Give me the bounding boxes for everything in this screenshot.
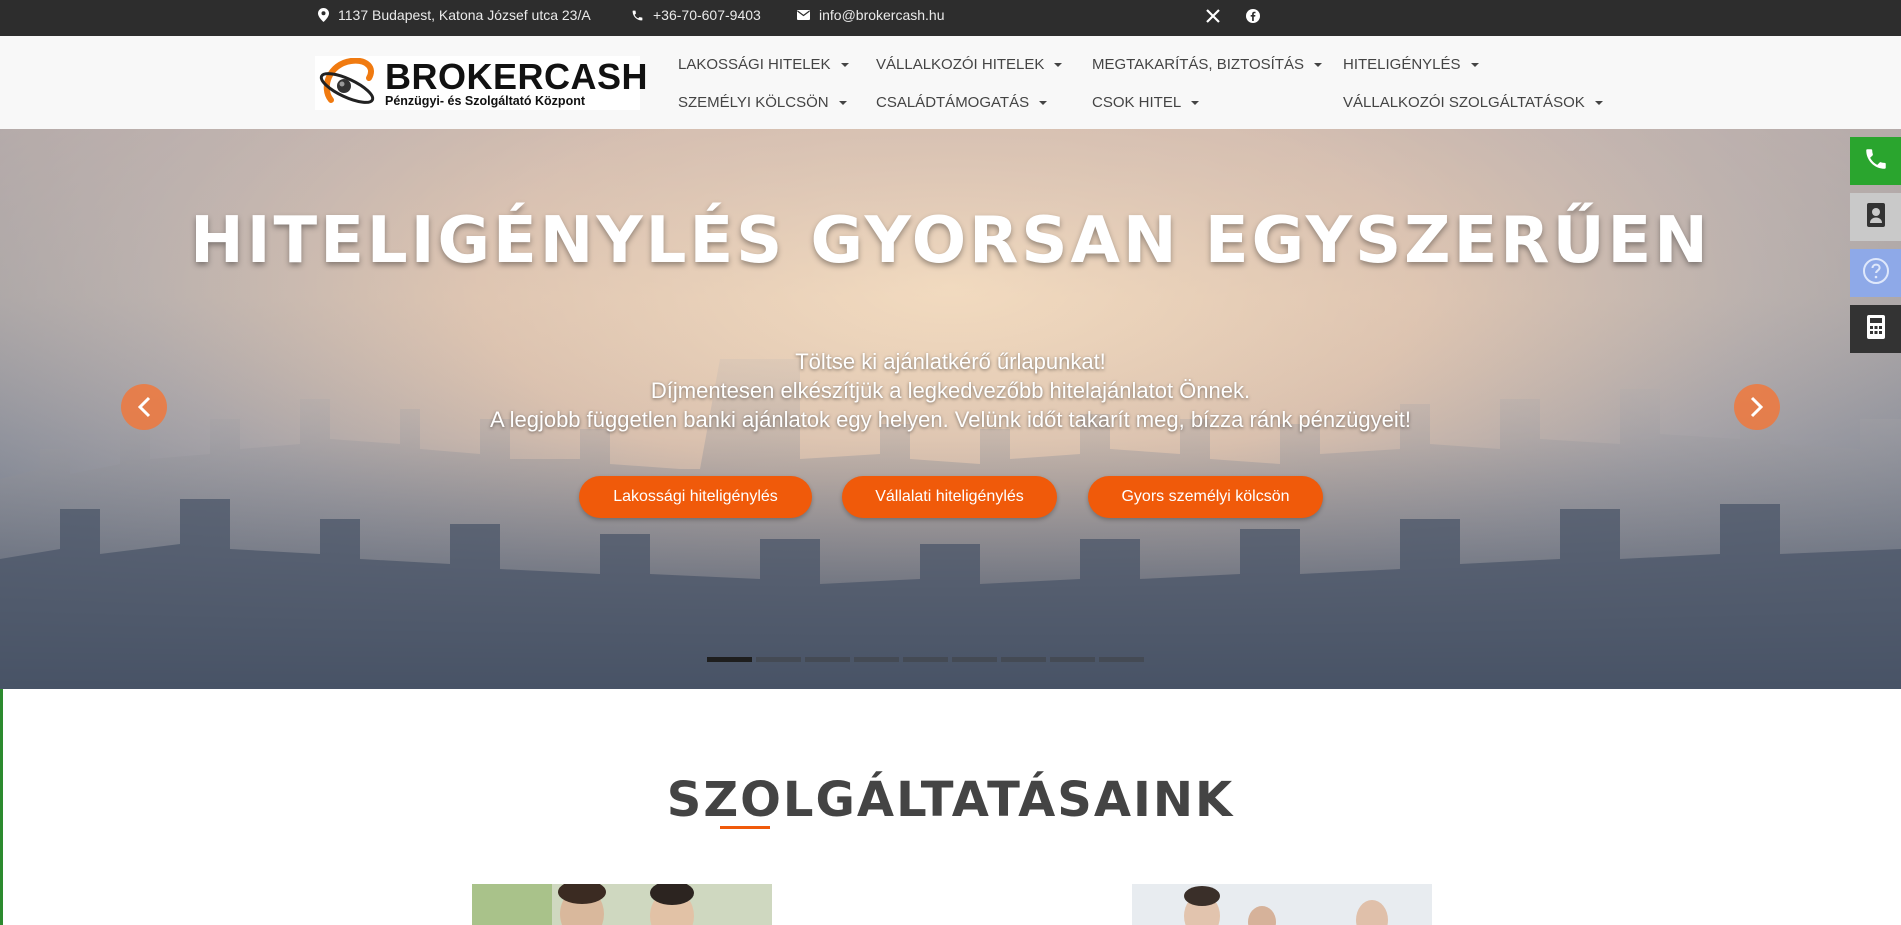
slider-indicator-6[interactable] (952, 657, 997, 662)
nav-vallalkozoi-hitelek[interactable]: VÁLLALKOZÓI HITELEK (876, 56, 1063, 73)
nav-szemelyi-kolcson[interactable]: SZEMÉLYI KÖLCSÖN (678, 94, 847, 111)
gyors-szemelyi-kolcson-button[interactable]: Gyors személyi kölcsön (1088, 476, 1323, 518)
nav-megtakaritas-biztositas[interactable]: MEGTAKARÍTÁS, BIZTOSÍTÁS (1092, 56, 1322, 73)
nav-label: VÁLLALKOZÓI HITELEK (876, 56, 1045, 73)
slider-indicator-4[interactable] (854, 657, 899, 662)
caret-down-icon (1054, 62, 1063, 67)
side-contact-button[interactable] (1850, 193, 1901, 241)
slider-indicator-5[interactable] (903, 657, 948, 662)
nav-label: HITELIGÉNYLÉS (1343, 56, 1461, 73)
slider-indicator-8[interactable] (1050, 657, 1095, 662)
nav-lakossagi-hitelek[interactable]: LAKOSSÁGI HITELEK (678, 56, 849, 73)
nav-csaladtamogatas[interactable]: CSALÁDTÁMOGATÁS (876, 94, 1048, 111)
caret-down-icon (1470, 62, 1479, 67)
phone-icon (631, 9, 644, 22)
address-item: 1137 Budapest, Katona József utca 23/A (318, 0, 591, 30)
calculator-icon (1866, 314, 1886, 345)
nav-label: LAKOSSÁGI HITELEK (678, 56, 831, 73)
main-header: BROKERCASH Pénzügyi- és Szolgáltató Közp… (0, 36, 1901, 129)
slider-indicator-1[interactable] (707, 657, 752, 662)
side-help-button[interactable] (1850, 249, 1901, 297)
hero-title: HITELIGÉNYLÉS GYORSAN EGYSZERŰEN (190, 204, 1711, 278)
logo-orbit-icon (319, 58, 375, 104)
nav-label: VÁLLALKOZÓI SZOLGÁLTATÁSOK (1343, 94, 1585, 111)
slider-prev-arrow-icon[interactable] (121, 384, 167, 430)
hero-slider: HITELIGÉNYLÉS GYORSAN EGYSZERŰEN Töltse … (0, 129, 1901, 689)
email-item[interactable]: info@brokercash.hu (797, 0, 945, 30)
nav-label: SZEMÉLYI KÖLCSÖN (678, 94, 829, 111)
slider-next-arrow-icon[interactable] (1734, 384, 1780, 430)
service-card-image-2[interactable] (1132, 884, 1432, 925)
slider-indicators (707, 657, 1144, 662)
caret-down-icon (840, 62, 849, 67)
logo-brand-text: BROKERCASH (385, 56, 649, 97)
phone-icon (1863, 146, 1889, 177)
nav-vallalkozoi-szolgaltatasok[interactable]: VÁLLALKOZÓI SZOLGÁLTATÁSOK (1343, 94, 1603, 111)
nav-csok-hitel[interactable]: CSOK HITEL (1092, 94, 1200, 111)
nav-label: CSALÁDTÁMOGATÁS (876, 94, 1030, 111)
hero-text-line-1: Töltse ki ajánlatkérő űrlapunkat! (795, 349, 1106, 374)
slider-indicator-9[interactable] (1099, 657, 1144, 662)
slider-indicator-3[interactable] (805, 657, 850, 662)
nav-label: MEGTAKARÍTÁS, BIZTOSÍTÁS (1092, 56, 1304, 73)
services-title: SZOLGÁLTATÁSAINK (666, 772, 1235, 828)
facebook-icon[interactable] (1245, 8, 1261, 24)
brokercash-logo[interactable]: BROKERCASH Pénzügyi- és Szolgáltató Közp… (315, 56, 648, 110)
service-card-image-1[interactable] (472, 884, 772, 925)
side-calculator-button[interactable] (1850, 305, 1901, 353)
caret-down-icon (1039, 100, 1048, 105)
caret-down-icon (1594, 100, 1603, 105)
map-pin-icon (318, 8, 329, 22)
contact-card-icon (1865, 202, 1887, 233)
envelope-icon (797, 10, 810, 20)
slider-indicator-7[interactable] (1001, 657, 1046, 662)
x-twitter-icon[interactable] (1205, 8, 1221, 24)
hero-text-line-2: Díjmentesen elkészítjük a legkedvezőbb h… (650, 378, 1251, 403)
caret-down-icon (1313, 62, 1322, 67)
side-phone-button[interactable] (1850, 137, 1901, 185)
address-text: 1137 Budapest, Katona József utca 23/A (338, 7, 591, 23)
lakossagi-hiteligenyles-button[interactable]: Lakossági hiteligénylés (579, 476, 812, 518)
caret-down-icon (1191, 100, 1200, 105)
logo-tagline: Pénzügyi- és Szolgáltató Központ (385, 94, 586, 108)
caret-down-icon (838, 100, 847, 105)
phone-text[interactable]: +36-70-607-9403 (653, 7, 761, 23)
title-underline (720, 826, 770, 829)
nav-label: CSOK HITEL (1092, 94, 1182, 111)
phone-item[interactable]: +36-70-607-9403 (631, 0, 761, 30)
vallalati-hiteligenyles-button[interactable]: Vállalati hiteligénylés (842, 476, 1057, 518)
hero-text-line-3: A legjobb független banki ajánlatok egy … (490, 407, 1411, 432)
question-icon (1862, 257, 1890, 290)
nav-hiteligenyles[interactable]: HITELIGÉNYLÉS (1343, 56, 1479, 73)
email-text[interactable]: info@brokercash.hu (819, 7, 945, 23)
top-contact-bar: 1137 Budapest, Katona József utca 23/A +… (0, 0, 1901, 36)
slider-indicator-2[interactable] (756, 657, 801, 662)
